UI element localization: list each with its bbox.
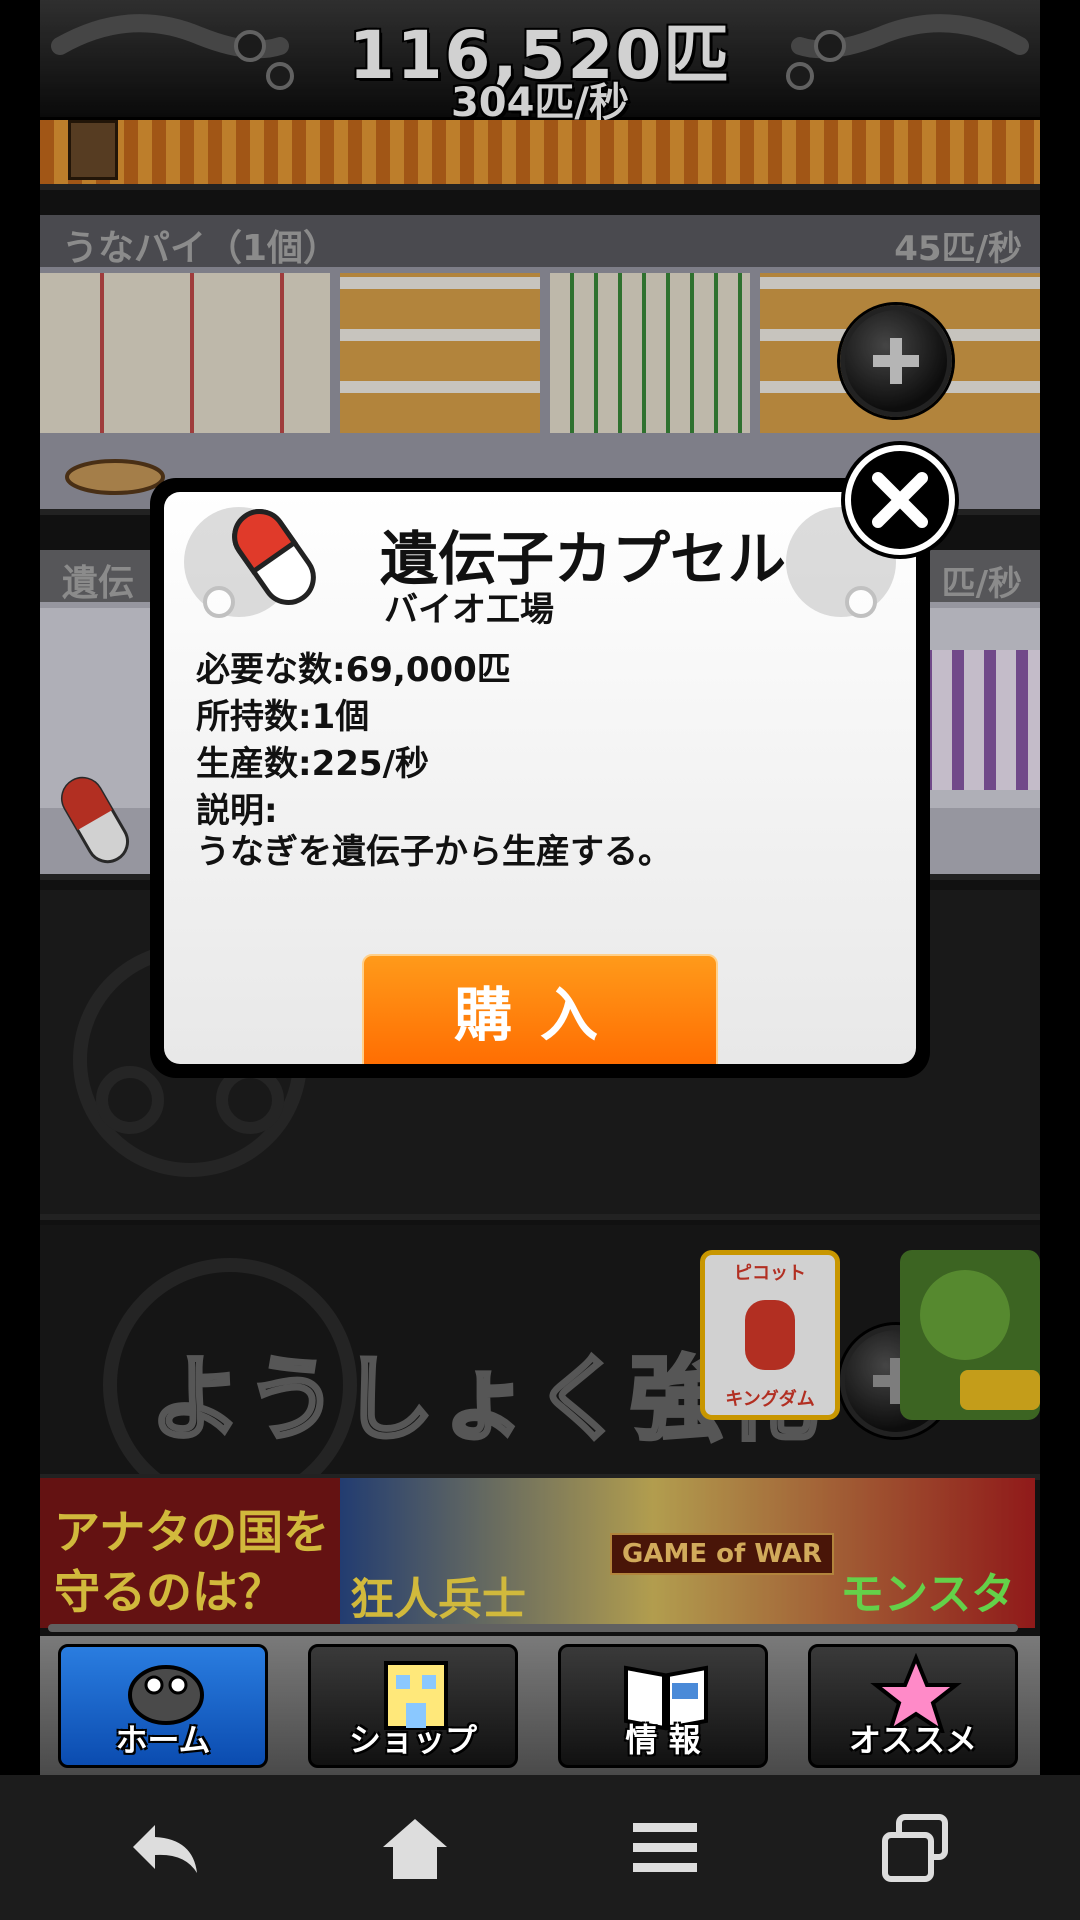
item-subtitle: バイオ工場 — [384, 590, 554, 630]
tab-shop[interactable]: ショップ — [308, 1644, 518, 1768]
tab-recommend[interactable]: オススメ — [808, 1644, 1018, 1768]
tab-home[interactable]: ホーム — [58, 1644, 268, 1768]
system-navigation-bar — [0, 1775, 1080, 1920]
description-text: うなぎを遺伝子から生産する。 — [196, 832, 672, 872]
back-icon[interactable] — [125, 1813, 205, 1883]
menu-icon[interactable] — [625, 1813, 705, 1883]
recent-apps-icon[interactable] — [875, 1813, 955, 1883]
item-detail-dialog: 遺伝子カプセル バイオ工場 必要な数:69,000匹 所持数:1個 生産数:22… — [150, 478, 930, 1078]
close-button[interactable] — [845, 445, 955, 555]
home-icon[interactable] — [375, 1813, 455, 1883]
buy-button[interactable]: 購入 — [362, 954, 718, 1064]
tab-info[interactable]: 情 報 — [558, 1644, 768, 1768]
bottom-tab-bar: ホーム ショップ 情 報 オススメ — [40, 1636, 1040, 1775]
required-count: 必要な数:69,000匹 — [196, 650, 511, 690]
production-rate: 生産数:225/秒 — [196, 744, 429, 784]
owned-count: 所持数:1個 — [196, 697, 370, 737]
close-icon — [872, 472, 928, 528]
capsule-icon — [232, 509, 316, 605]
